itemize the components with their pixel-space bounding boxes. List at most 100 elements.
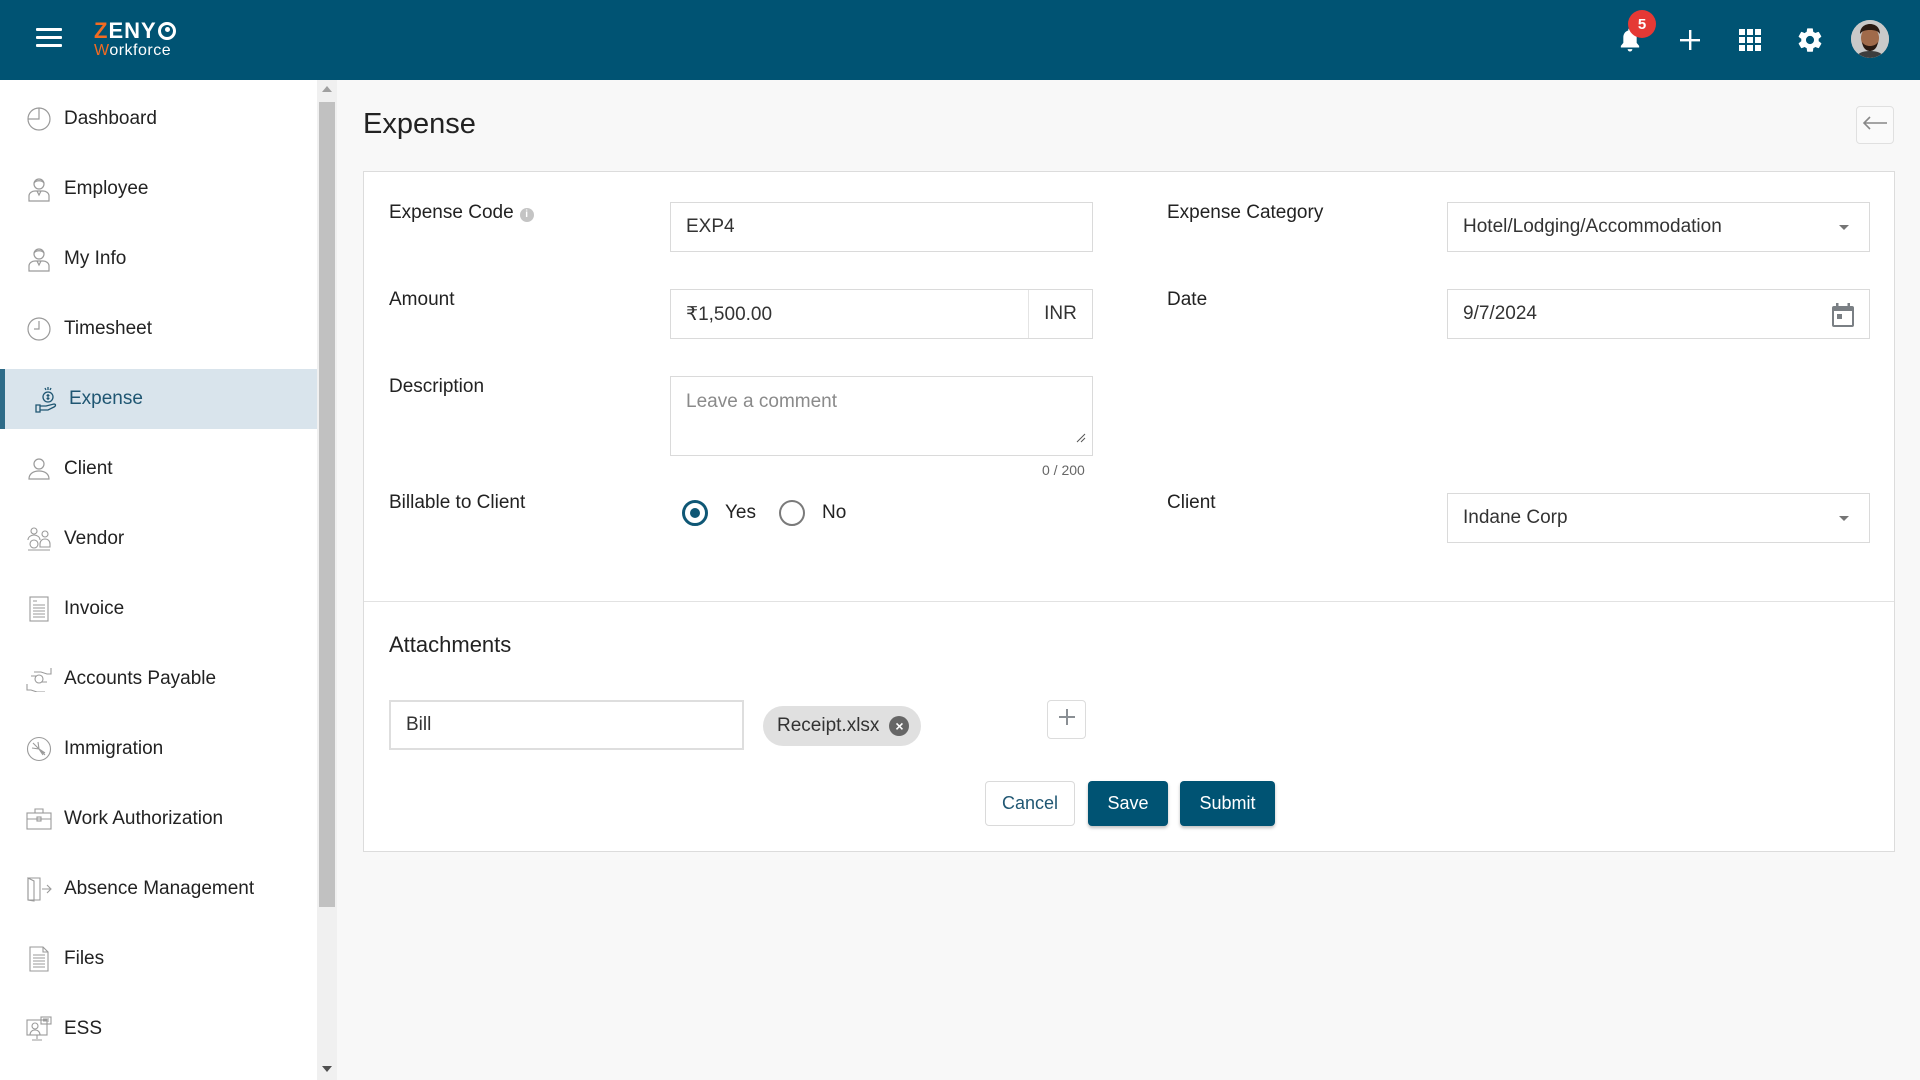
sidebar-item-label: Dashboard [64,108,157,129]
sidebar-item-label: Expense [69,388,143,409]
file-chip-label: Receipt.xlsx [777,715,880,736]
amount-input[interactable]: ₹1,500.00 INR [670,289,1093,339]
sidebar-scrollbar[interactable] [317,80,337,1080]
date-input[interactable]: 9/7/2024 [1447,289,1870,339]
sidebar-item-vendor[interactable]: Vendor [0,509,317,569]
plus-icon[interactable] [1672,22,1708,58]
sidebar-item-label: Absence Management [64,878,255,899]
sidebar-item-label: Timesheet [64,318,152,339]
resize-handle-icon[interactable] [1076,427,1086,449]
sidebar-item-dashboard[interactable]: Dashboard [0,89,317,149]
expense-code-label-text: Expense Code [389,202,514,223]
sidebar-item-files[interactable]: Files [0,929,317,989]
my-info-icon [26,246,52,272]
add-attachment-button[interactable] [1047,700,1086,739]
sidebar-item-label: Invoice [64,598,125,619]
info-icon[interactable]: i [519,208,534,222]
sidebar-item-label: Client [64,458,113,479]
currency-suffix: INR [1028,290,1092,338]
plus-icon [1058,708,1076,731]
expense-category-label: Expense Category [1167,202,1324,223]
chevron-down-icon [1839,225,1849,230]
client-label: Client [1167,492,1216,513]
top-bar: ZENY Workforce 5 [0,0,1920,80]
client-value: Indane Corp [1463,507,1568,528]
attachment-name-input[interactable]: Bill [389,700,744,750]
sidebar-item-label: Employee [64,178,149,199]
apps-grid-icon[interactable] [1732,22,1768,58]
attachment-name-value: Bill [406,714,432,735]
sidebar-item-invoice[interactable]: Invoice [0,579,317,639]
sidebar-item-label: Immigration [64,738,164,759]
description-char-counter: 0 / 200 [1042,462,1085,478]
cancel-button[interactable]: Cancel [985,781,1075,826]
radio-label: No [822,502,847,523]
menu-icon[interactable] [36,28,62,50]
sidebar-item-accounts-payable[interactable]: Accounts Payable [0,649,317,709]
logo-text: ENY [108,18,157,43]
radio-label: Yes [725,502,756,523]
sidebar-item-client[interactable]: Client [0,439,317,499]
date-value: 9/7/2024 [1463,303,1537,324]
scroll-thumb[interactable] [319,102,335,907]
attachments-title: Attachments [389,632,512,657]
notification-badge[interactable]: 5 [1628,10,1656,38]
section-divider [364,601,1894,602]
invoice-icon [26,596,52,622]
scroll-down-arrow-icon[interactable] [322,1066,332,1072]
expense-category-select[interactable]: Hotel/Lodging/Accommodation [1447,202,1870,252]
back-button[interactable] [1856,106,1894,144]
submit-button[interactable]: Submit [1180,781,1275,826]
logo-subtitle-letter: W [94,42,110,59]
chevron-down-icon [1839,516,1849,521]
sidebar-item-label: My Info [64,248,127,269]
logo[interactable]: ZENY Workforce [94,20,176,59]
arrow-left-icon [1862,115,1888,136]
save-button[interactable]: Save [1088,781,1168,826]
calendar-icon[interactable] [1831,302,1855,334]
expense-code-input[interactable]: EXP4 [670,202,1093,252]
sidebar-item-my-info[interactable]: My Info [0,229,317,289]
sidebar-item-label: Accounts Payable [64,668,217,689]
sidebar-item-expense[interactable]: Expense [0,369,317,429]
sidebar-item-label: Files [64,948,105,969]
logo-subtitle: orkforce [109,42,172,59]
date-label: Date [1167,289,1208,310]
accounts-payable-icon [26,666,52,692]
user-avatar[interactable] [1851,20,1889,58]
radio-checked-icon [682,500,708,526]
scroll-up-arrow-icon[interactable] [322,86,332,92]
door-exit-icon [26,876,52,902]
description-textarea[interactable]: Leave a comment [670,376,1093,456]
clock-icon [26,316,52,342]
logo-mark-icon [157,22,176,40]
sidebar-item-employee[interactable]: Employee [0,159,317,219]
expense-form-card: Expense Code i EXP4 Expense Category Hote… [363,171,1895,852]
attachment-file-chip[interactable]: Receipt.xlsx × [763,706,922,746]
billable-label: Billable to Client [389,492,526,513]
gear-icon[interactable] [1792,22,1828,58]
client-icon [26,456,52,482]
expense-code-label: Expense Code i [389,202,534,224]
logo-letter: Z [94,18,109,43]
sidebar-item-work-authorization[interactable]: Work Authorization [0,789,317,849]
sidebar-item-timesheet[interactable]: Timesheet [0,299,317,359]
expense-code-value: EXP4 [686,216,735,237]
description-placeholder: Leave a comment [686,391,838,412]
client-select[interactable]: Indane Corp [1447,493,1870,543]
vendor-icon [26,526,52,552]
amount-label: Amount [389,289,455,310]
close-circle-icon[interactable]: × [889,716,910,736]
expense-category-value: Hotel/Lodging/Accommodation [1463,216,1722,237]
page-title: Expense [363,108,476,140]
radio-unchecked-icon [779,500,805,526]
description-label: Description [389,376,485,397]
sidebar-item-absence-management[interactable]: Absence Management [0,859,317,919]
expense-icon [34,386,60,413]
employee-icon [26,176,52,202]
billable-no-radio[interactable]: No [779,500,846,526]
dashboard-icon [26,106,52,132]
billable-yes-radio[interactable]: Yes [682,500,756,526]
sidebar-item-immigration[interactable]: Immigration [0,719,317,779]
sidebar-item-ess[interactable]: ESS [0,999,317,1059]
